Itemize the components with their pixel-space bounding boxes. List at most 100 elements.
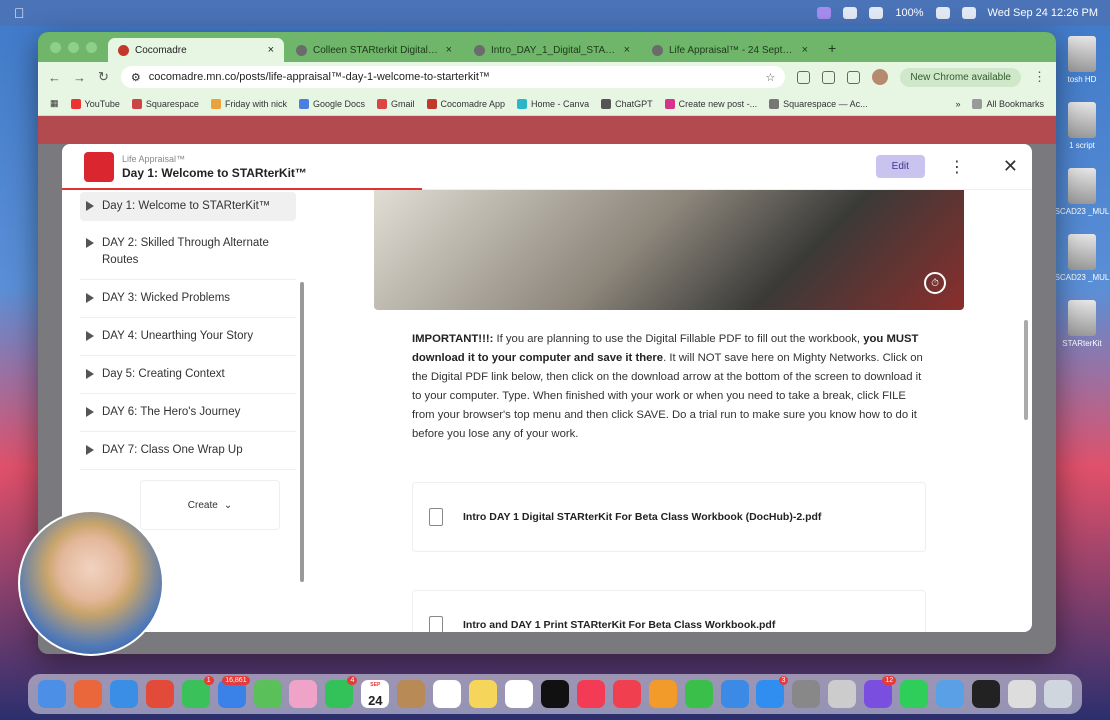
clock[interactable]: Wed Sep 24 12:26 PM [988,7,1098,19]
sidebar-item-day6[interactable]: DAY 6: The Hero's Journey [80,394,296,432]
desktop-item[interactable]: SCAD23 _MUL [1054,234,1110,300]
photos-icon[interactable] [289,680,318,708]
close-tab-icon[interactable]: × [624,44,630,56]
file-attachment-digital[interactable]: Intro DAY 1 Digital STARterKit For Beta … [412,482,926,552]
profile-avatar[interactable] [872,69,889,85]
appstore-icon[interactable]: 3 [756,676,789,708]
bookmark-cocomadre-app[interactable]: Cocomadre App [426,98,505,109]
wifi-icon[interactable] [869,7,884,19]
sidebar-item-day2[interactable]: DAY 2: Skilled Through Alternate Routes [80,225,296,280]
close-tab-icon[interactable]: × [268,44,274,56]
forward-icon[interactable]: → [73,70,86,85]
sidebar-item-day5[interactable]: Day 5: Creating Context [80,356,296,394]
chrome-icon[interactable] [145,680,174,708]
iphone-mirroring-icon[interactable] [828,680,857,708]
bookmark-create-post[interactable]: Create new post -... [664,98,757,109]
reminders-icon[interactable] [433,680,462,708]
bookmark-canva[interactable]: Home - Canva [517,98,589,109]
content-scrollbar[interactable] [1024,320,1028,420]
canva-icon[interactable]: 12 [864,676,897,708]
edit-button[interactable]: Edit [875,155,925,178]
desktop-item[interactable]: STARterKit [1054,300,1110,366]
close-icon[interactable]: ✕ [1003,156,1018,177]
sidepanel-icon[interactable] [822,70,836,84]
battery-text[interactable]: 100% [895,7,923,19]
keynote-icon[interactable] [720,680,749,708]
bookmark-friday[interactable]: Friday with nick [210,98,287,109]
bookmark-gmail[interactable]: Gmail [376,98,415,109]
more-options-icon[interactable]: ⋮ [949,157,965,177]
freeform-icon[interactable] [504,680,533,708]
sidebar-item-day3[interactable]: DAY 3: Wicked Problems [80,280,296,318]
close-tab-icon[interactable]: × [446,44,452,56]
safari-icon[interactable] [109,680,138,708]
close-window-button[interactable] [50,42,61,53]
tab-colleen-pdf[interactable]: Colleen STARterkit Digital.pdf × [286,38,462,62]
trash-icon[interactable] [1043,680,1072,708]
sidebar-item-day4[interactable]: DAY 4: Unearthing Your Story [80,318,296,356]
tab-intro-day1[interactable]: Intro_DAY_1_Digital_STARte... × [464,38,640,62]
pages-icon[interactable] [648,680,677,708]
numbers-icon[interactable] [684,680,713,708]
extensions-icon[interactable] [797,70,811,84]
system-settings-icon[interactable] [792,680,821,708]
bookmark-google-docs[interactable]: Google Docs [298,98,365,109]
desktop-item[interactable]: 1 script [1054,102,1110,168]
mail-icon[interactable]: 16,861 [217,676,250,708]
bookmark-chatgpt[interactable]: ChatGPT [601,98,653,109]
address-bar[interactable]: ⚙ cocomadre.mn.co/posts/life-appraisal™-… [120,66,786,88]
tab-life-appraisal[interactable]: Life Appraisal™ - 24 Septem... × [642,38,818,62]
file-attachment-print[interactable]: Intro and DAY 1 Print STARterKit For Bet… [412,590,926,632]
new-chrome-button[interactable]: New Chrome available [900,67,1021,87]
bookmark-star-icon[interactable]: ☆ [766,71,776,84]
apps-grid-icon[interactable]: ▦ [50,98,59,109]
finder-icon[interactable] [38,680,66,708]
timer-icon[interactable]: ⏱ [924,272,946,294]
close-tab-icon[interactable]: × [802,44,808,56]
maps-icon[interactable] [253,680,282,708]
appletv-icon[interactable] [540,680,569,708]
bookmark-squarespace-ac[interactable]: Squarespace — Ac... [769,98,868,109]
screen-recorder-icon[interactable] [971,680,1000,708]
all-bookmarks[interactable]: All Bookmarks [972,98,1044,109]
contacts-icon[interactable] [397,680,426,708]
battery-icon[interactable] [935,7,950,19]
news-icon[interactable] [612,680,641,708]
control-center-icon[interactable] [843,7,858,19]
facetime-icon[interactable]: 4 [325,676,358,708]
folder-icon [1068,300,1096,336]
video-player[interactable]: ⏱ [374,190,964,310]
sidebar-item-day1[interactable]: Day 1: Welcome to STARterKit™ [80,192,296,221]
calendar-icon[interactable]: SEP 24 [361,680,390,708]
zoom-window-button[interactable] [86,42,97,53]
desktop-item[interactable]: tosh HD [1054,36,1110,102]
bookmark-youtube[interactable]: YouTube [70,98,120,109]
media-icon[interactable] [847,70,861,84]
url-text: cocomadre.mn.co/posts/life-appraisal™-da… [148,71,490,83]
menu-kebab-icon[interactable]: ⋮ [1033,69,1046,85]
new-tab-button[interactable]: + [820,40,844,62]
cocomadre-favicon-icon [118,44,129,56]
whatsapp-icon[interactable] [900,680,929,708]
reload-icon[interactable]: ↻ [98,69,109,85]
search-icon[interactable] [961,7,976,19]
launchpad-icon[interactable] [73,680,102,708]
folder-icon [972,98,983,109]
play-icon [86,407,94,417]
sidebar-item-day7[interactable]: DAY 7: Class One Wrap Up [80,432,296,470]
bookmark-squarespace[interactable]: Squarespace [131,98,199,109]
screen-record-icon[interactable] [817,7,832,19]
apple-icon[interactable]:  [14,5,25,21]
more-bookmarks-icon[interactable]: » [955,99,960,109]
notes-icon[interactable] [469,680,498,708]
create-button[interactable]: Create ⌄ [140,480,280,530]
finder-folder-icon[interactable] [936,680,965,708]
tab-cocomadre[interactable]: Cocomadre × [108,38,284,62]
site-info-icon[interactable]: ⚙ [131,71,141,84]
desktop-item[interactable]: SCAD23 _MUL [1054,168,1110,234]
minimize-window-button[interactable] [68,42,79,53]
music-icon[interactable] [576,680,605,708]
back-icon[interactable]: ← [48,70,61,85]
messages-icon[interactable]: 1 [181,676,214,708]
downloads-icon[interactable] [1007,680,1036,708]
